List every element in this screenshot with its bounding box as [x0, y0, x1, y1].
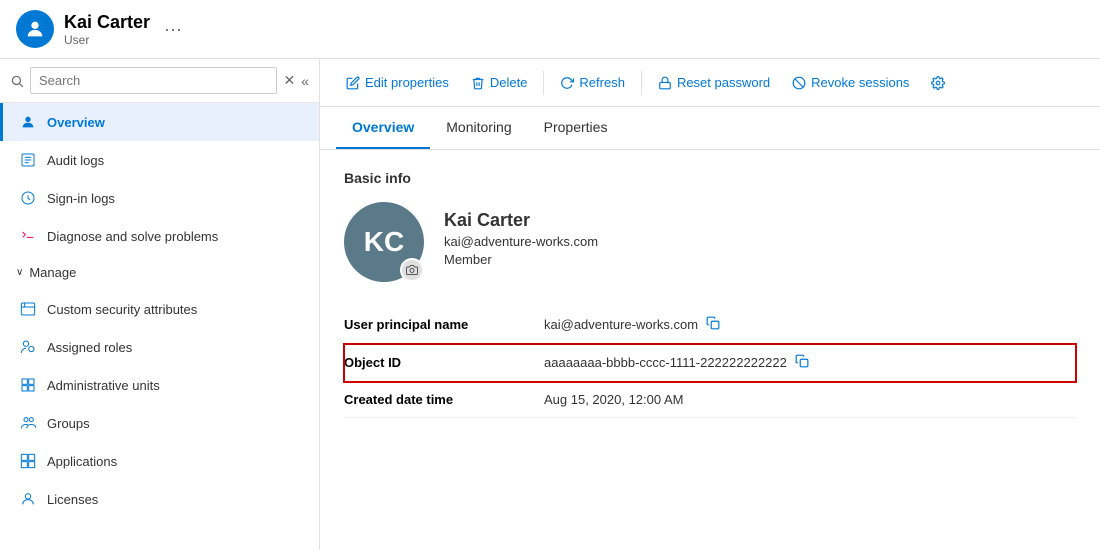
assigned-roles-icon: [19, 338, 37, 356]
avatar-container: KC: [344, 202, 424, 282]
sidebar-item-assigned-roles[interactable]: Assigned roles: [0, 328, 319, 366]
settings-button[interactable]: [921, 70, 955, 96]
profile-info: Kai Carter kai@adventure-works.com Membe…: [444, 202, 598, 267]
manage-section-label: Manage: [29, 265, 76, 280]
settings-icon: [931, 76, 945, 90]
tab-properties[interactable]: Properties: [528, 107, 624, 149]
search-input[interactable]: [30, 67, 277, 94]
revoke-sessions-icon: [792, 76, 806, 90]
sidebar-item-admin-units-label: Administrative units: [47, 378, 160, 393]
profile-role: Member: [444, 252, 598, 267]
sidebar-item-overview[interactable]: Overview: [0, 103, 319, 141]
search-icon: [10, 74, 24, 88]
property-value-upn: kai@adventure-works.com: [544, 306, 1076, 343]
sidebar-item-custom-security[interactable]: Custom security attributes: [0, 290, 319, 328]
camera-icon[interactable]: [400, 258, 424, 282]
property-label-object-id: Object ID: [344, 344, 544, 382]
tab-monitoring[interactable]: Monitoring: [430, 107, 527, 149]
search-collapse-button[interactable]: «: [301, 73, 309, 89]
applications-icon: [19, 452, 37, 470]
search-bar: ✕ «: [0, 59, 319, 103]
profile-card: KC Kai Carter kai@adventure-works.com Me…: [344, 202, 1076, 282]
admin-units-icon: [19, 376, 37, 394]
sidebar-item-admin-units[interactable]: Administrative units: [0, 366, 319, 404]
sidebar-item-signin-logs[interactable]: Sign-in logs: [0, 179, 319, 217]
diagnose-icon: [19, 227, 37, 245]
toolbar-divider-2: [641, 71, 642, 95]
custom-security-icon: [19, 300, 37, 318]
properties-table: User principal name kai@adventure-works.…: [344, 306, 1076, 418]
sidebar-item-audit-logs-label: Audit logs: [47, 153, 104, 168]
licenses-icon: [19, 490, 37, 508]
tab-overview[interactable]: Overview: [336, 107, 430, 149]
profile-email: kai@adventure-works.com: [444, 234, 598, 249]
tabs-bar: Overview Monitoring Properties: [320, 107, 1100, 150]
reset-password-button[interactable]: Reset password: [648, 69, 780, 96]
sidebar-item-applications-label: Applications: [47, 454, 117, 469]
delete-button[interactable]: Delete: [461, 69, 538, 96]
refresh-icon: [560, 76, 574, 90]
main-layout: ✕ « Overview Audit logs Sign-in logs: [0, 59, 1100, 550]
copy-object-id-button[interactable]: [795, 354, 809, 371]
manage-chevron-icon: ∨: [16, 267, 23, 278]
header-more-button[interactable]: ···: [160, 19, 186, 40]
overview-content: Basic info KC Kai Carter kai@adventure-w…: [320, 150, 1100, 438]
property-label-upn: User principal name: [344, 306, 544, 344]
sidebar-item-applications[interactable]: Applications: [0, 442, 319, 480]
reset-password-icon: [658, 76, 672, 90]
copy-upn-button[interactable]: [706, 316, 720, 333]
sidebar-item-groups[interactable]: Groups: [0, 404, 319, 442]
revoke-sessions-button[interactable]: Revoke sessions: [782, 69, 919, 96]
property-label-created-date: Created date time: [344, 382, 544, 418]
header-title-block: Kai Carter User: [64, 12, 150, 47]
sidebar-item-diagnose-label: Diagnose and solve problems: [47, 229, 218, 244]
edit-properties-button[interactable]: Edit properties: [336, 69, 459, 96]
content-area: Edit properties Delete Refresh Reset pas…: [320, 59, 1100, 550]
property-row-object-id: Object ID aaaaaaaa-bbbb-cccc-1111-222222…: [344, 344, 1076, 382]
user-avatar: [16, 10, 54, 48]
profile-name: Kai Carter: [444, 210, 598, 231]
audit-logs-icon: [19, 151, 37, 169]
sidebar-item-signin-logs-label: Sign-in logs: [47, 191, 115, 206]
overview-icon: [19, 113, 37, 131]
sidebar-item-diagnose[interactable]: Diagnose and solve problems: [0, 217, 319, 255]
sidebar-item-licenses-label: Licenses: [47, 492, 98, 507]
property-row-created-date: Created date time Aug 15, 2020, 12:00 AM: [344, 382, 1076, 418]
delete-icon: [471, 76, 485, 90]
property-value-created-date: Aug 15, 2020, 12:00 AM: [544, 382, 1076, 417]
refresh-button[interactable]: Refresh: [550, 69, 635, 96]
groups-icon: [19, 414, 37, 432]
sidebar-item-groups-label: Groups: [47, 416, 90, 431]
header-user-subtitle: User: [64, 33, 150, 47]
edit-icon: [346, 76, 360, 90]
property-row-upn: User principal name kai@adventure-works.…: [344, 306, 1076, 344]
sidebar-item-audit-logs[interactable]: Audit logs: [0, 141, 319, 179]
sidebar: ✕ « Overview Audit logs Sign-in logs: [0, 59, 320, 550]
header-user-name: Kai Carter: [64, 12, 150, 33]
sidebar-item-custom-security-label: Custom security attributes: [47, 302, 197, 317]
page-header: Kai Carter User ···: [0, 0, 1100, 59]
manage-section-header[interactable]: ∨ Manage: [0, 255, 319, 290]
property-value-object-id: aaaaaaaa-bbbb-cccc-1111-222222222222: [544, 344, 1076, 381]
toolbar: Edit properties Delete Refresh Reset pas…: [320, 59, 1100, 107]
search-clear-button[interactable]: ✕: [283, 72, 295, 89]
sidebar-item-licenses[interactable]: Licenses: [0, 480, 319, 518]
sidebar-item-overview-label: Overview: [47, 115, 105, 130]
sidebar-item-assigned-roles-label: Assigned roles: [47, 340, 132, 355]
signin-logs-icon: [19, 189, 37, 207]
toolbar-divider-1: [543, 71, 544, 95]
basic-info-title: Basic info: [344, 170, 1076, 186]
